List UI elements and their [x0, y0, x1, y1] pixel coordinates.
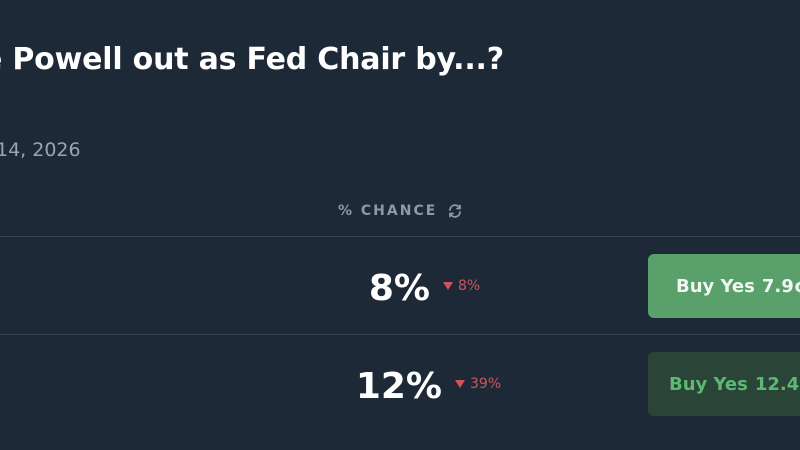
- market-date: 14, 2026: [0, 139, 81, 161]
- refresh-icon[interactable]: [447, 203, 463, 219]
- outcome-row[interactable]: 8% 8% Buy Yes 7.9¢: [0, 237, 800, 333]
- outcome-change: 39%: [455, 376, 501, 392]
- down-arrow-icon: [443, 282, 453, 290]
- outcome-change-value: 8%: [458, 278, 481, 294]
- outcome-percent: 8%: [368, 268, 430, 309]
- buy-yes-price: 7.9¢: [761, 275, 800, 297]
- buy-yes-price: 12.4¢: [754, 373, 800, 395]
- outcome-percent: 12%: [355, 366, 442, 407]
- market-page: e Powell out as Fed Chair by...? 14, 202…: [0, 0, 800, 450]
- outcome-row[interactable]: 12% 39% Buy Yes 12.4¢: [0, 335, 800, 431]
- buy-yes-label: Buy Yes: [669, 373, 748, 395]
- chance-column-header: % CHANCE: [338, 203, 463, 219]
- down-arrow-icon: [455, 380, 465, 388]
- buy-yes-button[interactable]: Buy Yes 7.9¢: [648, 254, 800, 318]
- chance-column-label: % CHANCE: [338, 203, 438, 219]
- market-title: e Powell out as Fed Chair by...?: [0, 42, 504, 77]
- buy-yes-label: Buy Yes: [676, 275, 755, 297]
- buy-yes-button[interactable]: Buy Yes 12.4¢: [648, 352, 800, 416]
- outcome-change: 8%: [443, 278, 480, 294]
- outcome-change-value: 39%: [470, 376, 502, 392]
